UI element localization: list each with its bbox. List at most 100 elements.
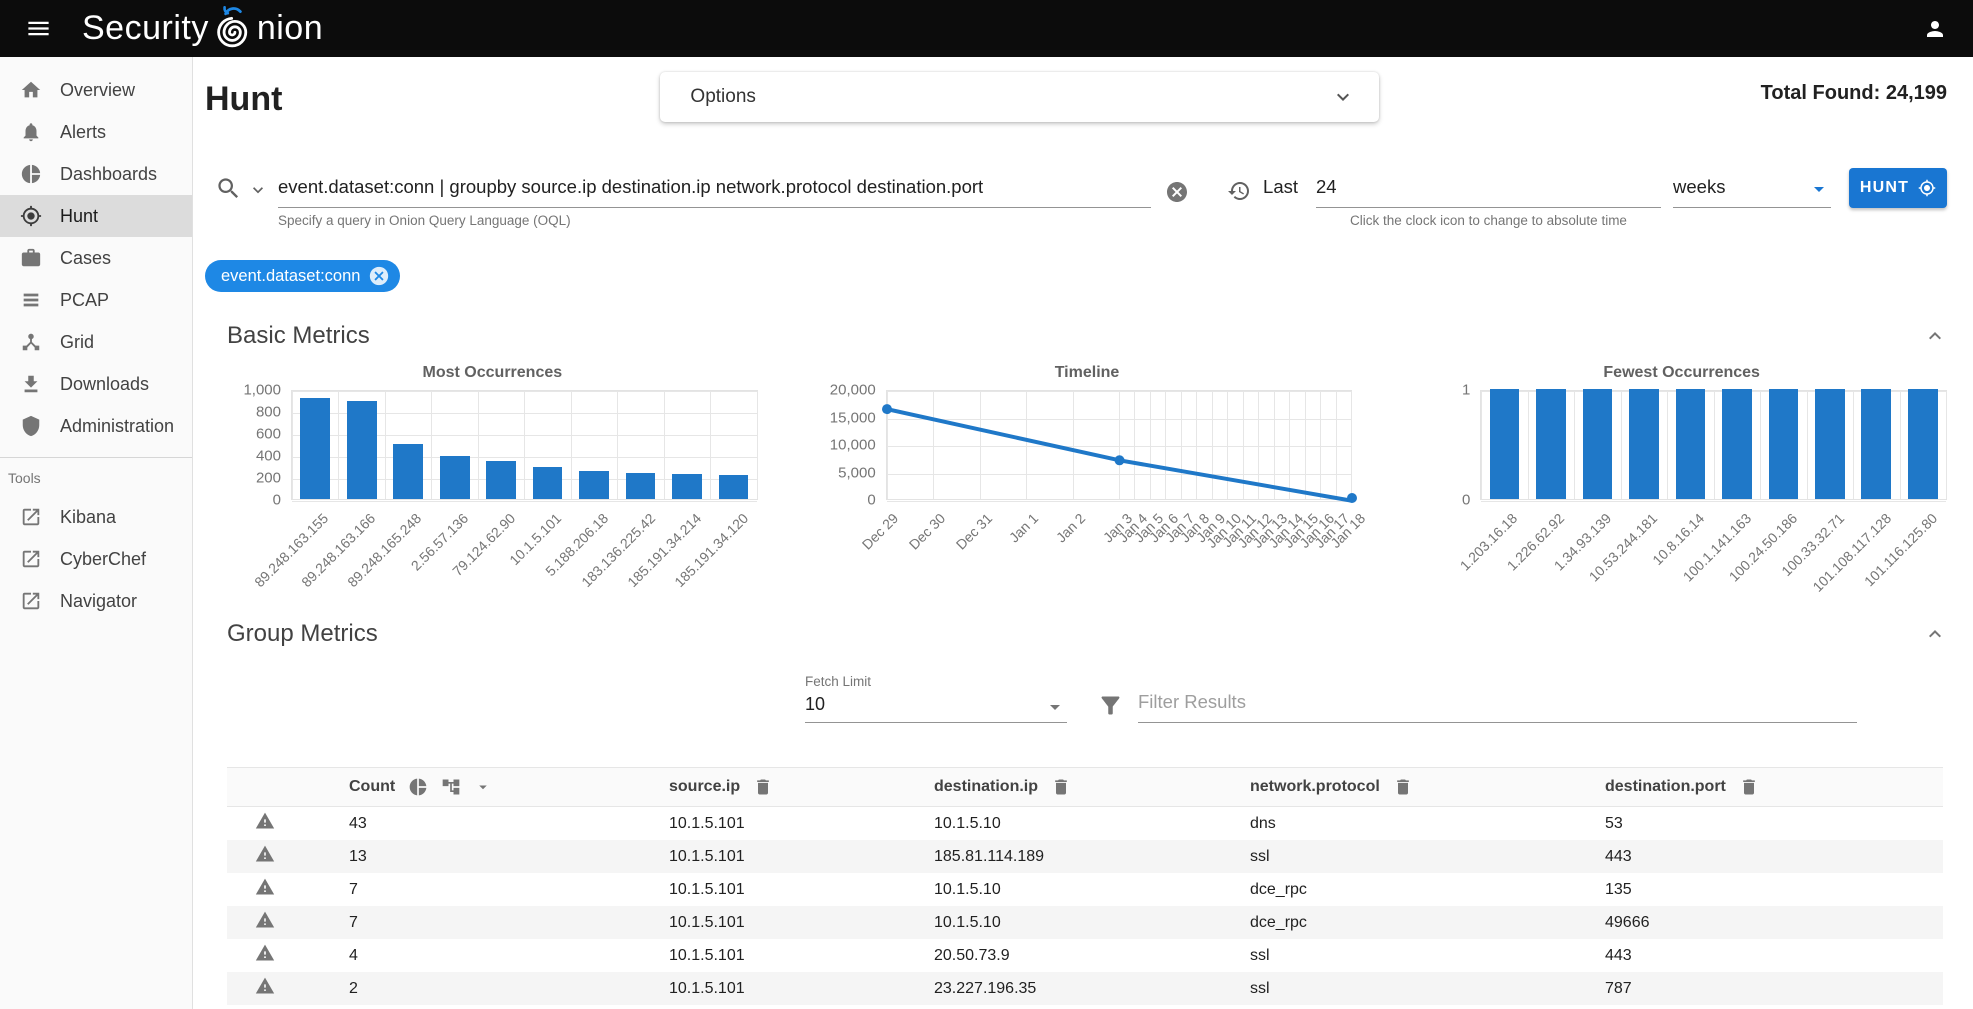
remove-filter-icon[interactable]	[368, 265, 390, 287]
search-icon[interactable]	[215, 175, 242, 202]
bar[interactable]	[440, 456, 470, 499]
table-cell: 443	[1605, 947, 1943, 965]
chart-title: Fewest Occurrences	[1416, 364, 1947, 382]
user-menu-button[interactable]	[1915, 9, 1955, 49]
column-header-network-protocol[interactable]: network.protocol	[1250, 777, 1605, 797]
delete-column-icon[interactable]	[753, 777, 773, 797]
table-row[interactable]: 210.1.5.10110.1.5.10krb,dce_rpc,gssapi,s…	[227, 1005, 1943, 1009]
bar[interactable]	[347, 401, 377, 499]
bar[interactable]	[533, 467, 563, 499]
group-tree-icon[interactable]	[441, 777, 461, 797]
sidebar-item-downloads[interactable]: Downloads	[0, 363, 192, 405]
clear-query-button[interactable]	[1165, 180, 1189, 204]
bar[interactable]	[1490, 389, 1520, 499]
table-row[interactable]: 710.1.5.10110.1.5.10dce_rpc135	[227, 873, 1943, 906]
collapse-basic-metrics-button[interactable]	[1923, 324, 1947, 348]
warning-icon[interactable]	[255, 943, 275, 963]
total-found-value: 24,199	[1886, 82, 1947, 104]
delete-column-icon[interactable]	[1393, 777, 1413, 797]
relative-time-value-input[interactable]	[1316, 176, 1661, 204]
sidebar-item-grid[interactable]: Grid	[0, 321, 192, 363]
bar[interactable]	[1908, 389, 1938, 499]
sidebar-item-dashboards[interactable]: Dashboards	[0, 153, 192, 195]
warning-icon[interactable]	[255, 910, 275, 930]
table-row[interactable]: 4310.1.5.10110.1.5.10dns53	[227, 807, 1943, 840]
table-cell: dce_rpc	[1250, 914, 1605, 932]
warning-icon[interactable]	[255, 877, 275, 897]
bar[interactable]	[1583, 389, 1613, 499]
fetch-limit-value: 10	[805, 694, 1043, 720]
bar[interactable]	[1676, 389, 1706, 499]
bar[interactable]	[626, 473, 656, 499]
sitemap-icon	[20, 331, 42, 353]
bar[interactable]	[672, 474, 702, 499]
bar[interactable]	[393, 444, 423, 499]
sidebar-item-navigator[interactable]: Navigator	[0, 580, 192, 622]
time-units-select[interactable]: weeks	[1673, 172, 1831, 208]
table-row[interactable]: 1310.1.5.101185.81.114.189ssl443	[227, 840, 1943, 873]
caret-down-icon[interactable]	[474, 778, 492, 796]
absolute-time-toggle-button[interactable]	[1227, 179, 1251, 203]
menu-button[interactable]	[18, 9, 58, 49]
table-row[interactable]: 710.1.5.10110.1.5.10dce_rpc49666	[227, 906, 1943, 939]
pie-chart-toggle-icon[interactable]	[408, 777, 428, 797]
sidebar-item-alerts[interactable]: Alerts	[0, 111, 192, 153]
options-expander[interactable]: Options	[660, 72, 1379, 122]
bar[interactable]	[486, 461, 516, 499]
delete-column-icon[interactable]	[1739, 777, 1759, 797]
sidebar-item-pcap[interactable]: PCAP	[0, 279, 192, 321]
column-header-destination-port[interactable]: destination.port	[1605, 777, 1943, 797]
warning-icon[interactable]	[255, 811, 275, 831]
sidebar-item-administration[interactable]: Administration	[0, 405, 192, 447]
bar[interactable]	[1536, 389, 1566, 499]
table-cell: dce_rpc	[1250, 881, 1605, 899]
bar[interactable]	[1815, 389, 1845, 499]
caret-down-icon	[1043, 695, 1067, 719]
row-actions-cell	[227, 844, 349, 869]
filter-results-input[interactable]	[1138, 691, 1857, 719]
sidebar-item-hunt[interactable]: Hunt	[0, 195, 192, 237]
page-title: Hunt	[205, 80, 282, 119]
table-cell: 13	[349, 848, 669, 866]
bar[interactable]	[1769, 389, 1799, 499]
column-header-destination-ip[interactable]: destination.ip	[934, 777, 1250, 797]
pcap-icon	[20, 289, 42, 311]
clear-icon	[1165, 180, 1189, 204]
download-icon	[20, 373, 42, 395]
column-header-count[interactable]: Count	[349, 777, 669, 797]
hunt-button[interactable]: HUNT	[1849, 168, 1947, 208]
total-found-label: Total Found:	[1761, 82, 1881, 104]
table-row[interactable]: 210.1.5.10123.227.196.35ssl787	[227, 972, 1943, 1005]
bar[interactable]	[579, 471, 609, 499]
table-cell: 4	[349, 947, 669, 965]
bar[interactable]	[1629, 389, 1659, 499]
sidebar-item-label: Downloads	[60, 374, 149, 395]
fetch-limit-select[interactable]: 10	[805, 691, 1067, 723]
warning-icon[interactable]	[255, 976, 275, 996]
sidebar-item-cyberchef[interactable]: CyberChef	[0, 538, 192, 580]
open-in-new-icon	[20, 548, 42, 570]
table-row[interactable]: 410.1.5.10120.50.73.9ssl443	[227, 939, 1943, 972]
sidebar-item-kibana[interactable]: Kibana	[0, 496, 192, 538]
sidebar-item-cases[interactable]: Cases	[0, 237, 192, 279]
plot-area	[1480, 390, 1947, 500]
warning-icon[interactable]	[255, 844, 275, 864]
tools-section-label: Tools	[0, 466, 192, 496]
history-clock-icon	[1227, 179, 1251, 203]
sidebar-item-overview[interactable]: Overview	[0, 69, 192, 111]
bar[interactable]	[719, 475, 749, 499]
sidebar-item-label: PCAP	[60, 290, 109, 311]
delete-column-icon[interactable]	[1051, 777, 1071, 797]
query-input[interactable]	[278, 176, 1151, 204]
sidebar-item-label: Kibana	[60, 507, 116, 528]
table-cell: 20.50.73.9	[934, 947, 1250, 965]
column-header-source-ip[interactable]: source.ip	[669, 777, 934, 797]
table-cell: ssl	[1250, 947, 1605, 965]
filter-chip[interactable]: event.dataset:conn	[205, 260, 400, 292]
filter-icon	[1097, 692, 1124, 719]
query-history-chevron-icon[interactable]	[248, 180, 268, 200]
bar[interactable]	[1722, 389, 1752, 499]
bar[interactable]	[1861, 389, 1891, 499]
collapse-group-metrics-button[interactable]	[1923, 622, 1947, 646]
bar[interactable]	[300, 398, 330, 499]
